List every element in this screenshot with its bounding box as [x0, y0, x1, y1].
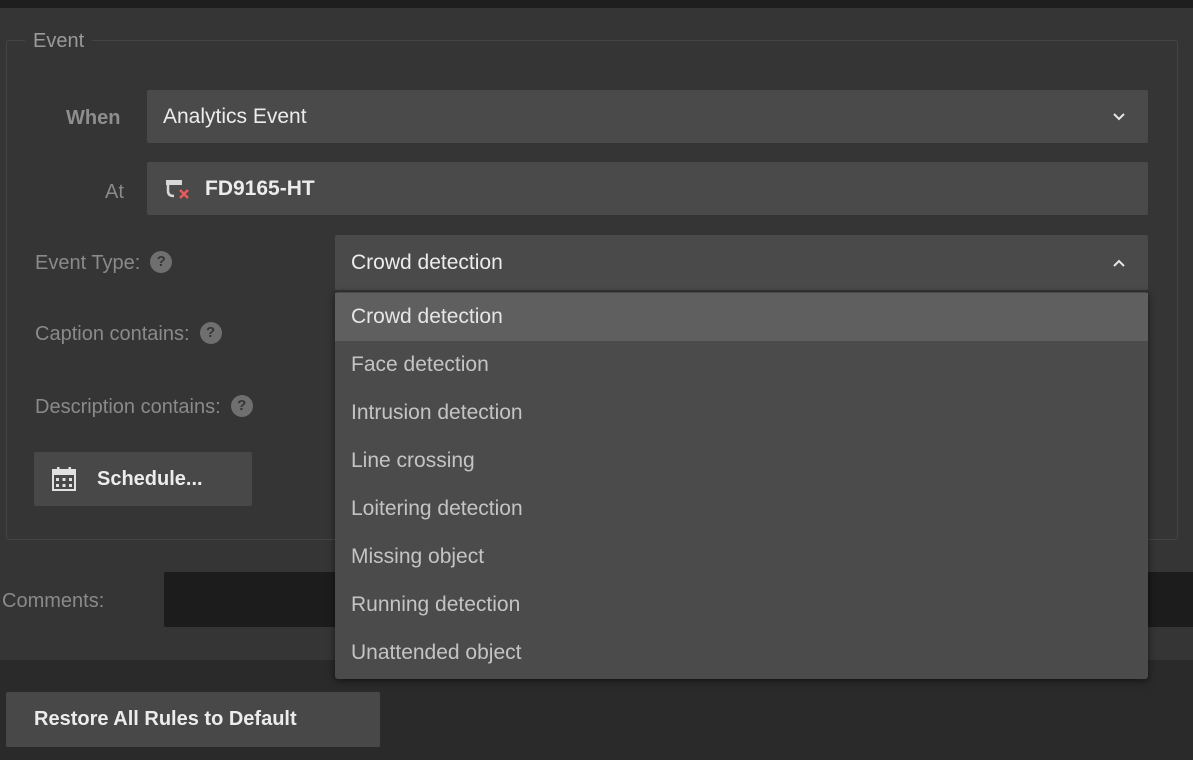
restore-all-rules-button[interactable]: Restore All Rules to Default: [6, 692, 380, 747]
help-icon[interactable]: ?: [199, 321, 222, 344]
at-label: At: [105, 181, 124, 203]
camera-offline-icon: [166, 179, 189, 199]
when-select-value: Analytics Event: [163, 104, 307, 128]
event-type-dropdown-list: Crowd detection Face detection Intrusion…: [335, 292, 1148, 679]
caption-contains-label: Caption contains:?: [35, 321, 222, 346]
when-label: When: [66, 107, 121, 129]
dropdown-option-running-detection[interactable]: Running detection: [335, 581, 1148, 629]
chevron-up-icon: [1113, 259, 1125, 267]
at-device-field[interactable]: FD9165-HT: [147, 162, 1148, 215]
dropdown-option-line-crossing[interactable]: Line crossing: [335, 437, 1148, 485]
dropdown-option-loitering-detection[interactable]: Loitering detection: [335, 485, 1148, 533]
dropdown-option-face-detection[interactable]: Face detection: [335, 341, 1148, 389]
dropdown-option-missing-object[interactable]: Missing object: [335, 533, 1148, 581]
calendar-icon: [52, 467, 76, 491]
help-icon[interactable]: ?: [150, 250, 173, 273]
when-select[interactable]: Analytics Event: [147, 90, 1148, 143]
dropdown-option-intrusion-detection[interactable]: Intrusion detection: [335, 389, 1148, 437]
comments-label: Comments:: [2, 590, 105, 612]
event-type-select-value: Crowd detection: [351, 250, 503, 274]
chevron-down-icon: [1113, 112, 1125, 120]
schedule-button-label: Schedule...: [97, 467, 203, 490]
event-type-select[interactable]: Crowd detection: [335, 235, 1148, 290]
at-device-value: FD9165-HT: [205, 176, 315, 200]
description-contains-label: Description contains:?: [35, 394, 253, 419]
dropdown-option-unattended-object[interactable]: Unattended object: [335, 629, 1148, 677]
restore-all-rules-label: Restore All Rules to Default: [34, 708, 297, 730]
event-legend: Event: [25, 30, 93, 53]
description-contains-label-text: Description contains:: [35, 396, 221, 418]
help-icon[interactable]: ?: [230, 394, 253, 417]
top-strip: [0, 0, 1193, 8]
schedule-button[interactable]: Schedule...: [34, 452, 252, 506]
caption-contains-label-text: Caption contains:: [35, 323, 190, 345]
dropdown-option-crowd-detection[interactable]: Crowd detection: [335, 293, 1148, 341]
event-type-label-text: Event Type:: [35, 252, 141, 274]
event-type-label: Event Type:?: [35, 250, 173, 275]
